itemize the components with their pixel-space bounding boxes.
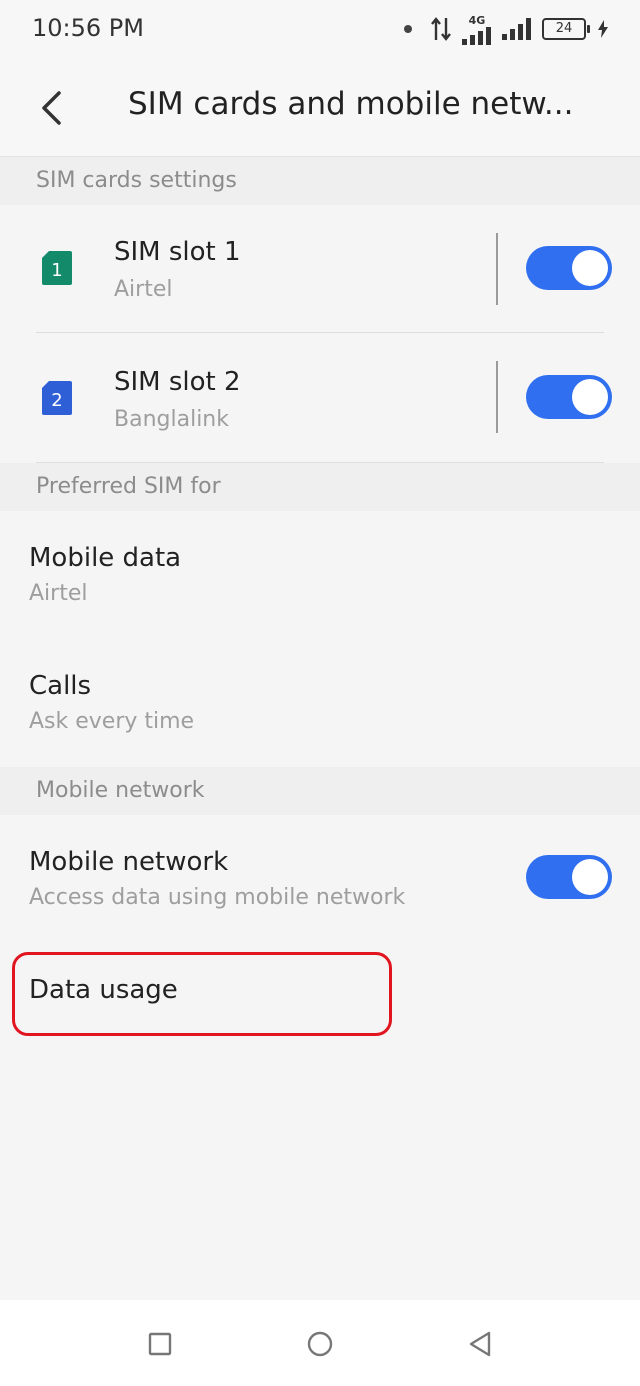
highlight-box [12, 952, 392, 1036]
preferred-sim-card: Mobile data Airtel Calls Ask every time [0, 511, 640, 767]
mobile-network-description: Access data using mobile network [29, 885, 406, 910]
sim-slot-1-carrier: Airtel [114, 277, 173, 302]
signal-sim1: 4G [462, 14, 492, 45]
mobile-network-card: Mobile network Access data using mobile … [0, 815, 640, 1300]
mobile-data-value: Airtel [29, 581, 88, 606]
status-bar: 10:56 PM 4G 24 [0, 0, 640, 60]
toggle-knob [572, 250, 608, 286]
toggle-knob [572, 859, 608, 895]
mobile-data-item[interactable]: Mobile data Airtel [0, 511, 640, 639]
sim-card-2-icon: 2 [42, 381, 72, 415]
sim-slots-card: 1 SIM slot 1 Airtel 2 SIM slot 2 Banglal… [0, 205, 640, 463]
sim-card-2-number: 2 [51, 390, 62, 411]
circle-icon [307, 1331, 333, 1357]
charging-bolt-icon [598, 20, 608, 38]
notification-dot-icon [404, 25, 412, 33]
status-time: 10:56 PM [32, 14, 144, 42]
section-header-mobile-network: Mobile network [0, 767, 640, 815]
triangle-back-icon [469, 1331, 491, 1357]
section-header-preferred-sim: Preferred SIM for [0, 463, 640, 511]
battery-level: 24 [555, 21, 573, 36]
calls-value: Ask every time [29, 709, 195, 734]
status-icons: 4G 24 [404, 14, 608, 45]
data-transfer-icon [431, 17, 451, 41]
sim-card-1-number: 1 [51, 260, 62, 281]
mobile-data-title: Mobile data [29, 543, 182, 573]
mobile-network-title: Mobile network [29, 847, 229, 877]
toggle-knob [572, 379, 608, 415]
mobile-network-item[interactable]: Mobile network Access data using mobile … [0, 815, 640, 943]
sim-slot-1-divider [496, 233, 498, 305]
recent-apps-button[interactable] [140, 1324, 180, 1364]
app-header: SIM cards and mobile netw... [0, 60, 640, 157]
sim-card-1-icon: 1 [42, 251, 72, 285]
calls-title: Calls [29, 671, 92, 701]
sim-slot-2-divider [496, 361, 498, 433]
page-title: SIM cards and mobile netw... [128, 86, 574, 122]
chevron-left-icon [42, 91, 61, 125]
network-type-label: 4G [468, 13, 486, 27]
sim-slot-2-item[interactable]: 2 SIM slot 2 Banglalink [0, 333, 640, 463]
battery-icon: 24 [542, 18, 590, 40]
section-header-sim-settings: SIM cards settings [0, 157, 640, 205]
square-icon [148, 1332, 172, 1356]
back-nav-button[interactable] [460, 1324, 500, 1364]
signal-bars-icon [462, 26, 491, 45]
sim-slot-2-toggle[interactable] [526, 375, 612, 419]
home-button[interactable] [300, 1324, 340, 1364]
sim-slot-2-carrier: Banglalink [114, 407, 229, 432]
sim-slot-2-title: SIM slot 2 [114, 367, 241, 397]
sim-slot-1-title: SIM slot 1 [114, 237, 241, 267]
signal-bars-sim2-icon [502, 18, 531, 40]
back-button[interactable] [26, 80, 76, 136]
calls-item[interactable]: Calls Ask every time [0, 639, 640, 767]
sim-slot-1-item[interactable]: 1 SIM slot 1 Airtel [0, 205, 640, 333]
sim-slot-1-toggle[interactable] [526, 246, 612, 290]
mobile-network-toggle[interactable] [526, 855, 612, 899]
navigation-bar [0, 1300, 640, 1386]
